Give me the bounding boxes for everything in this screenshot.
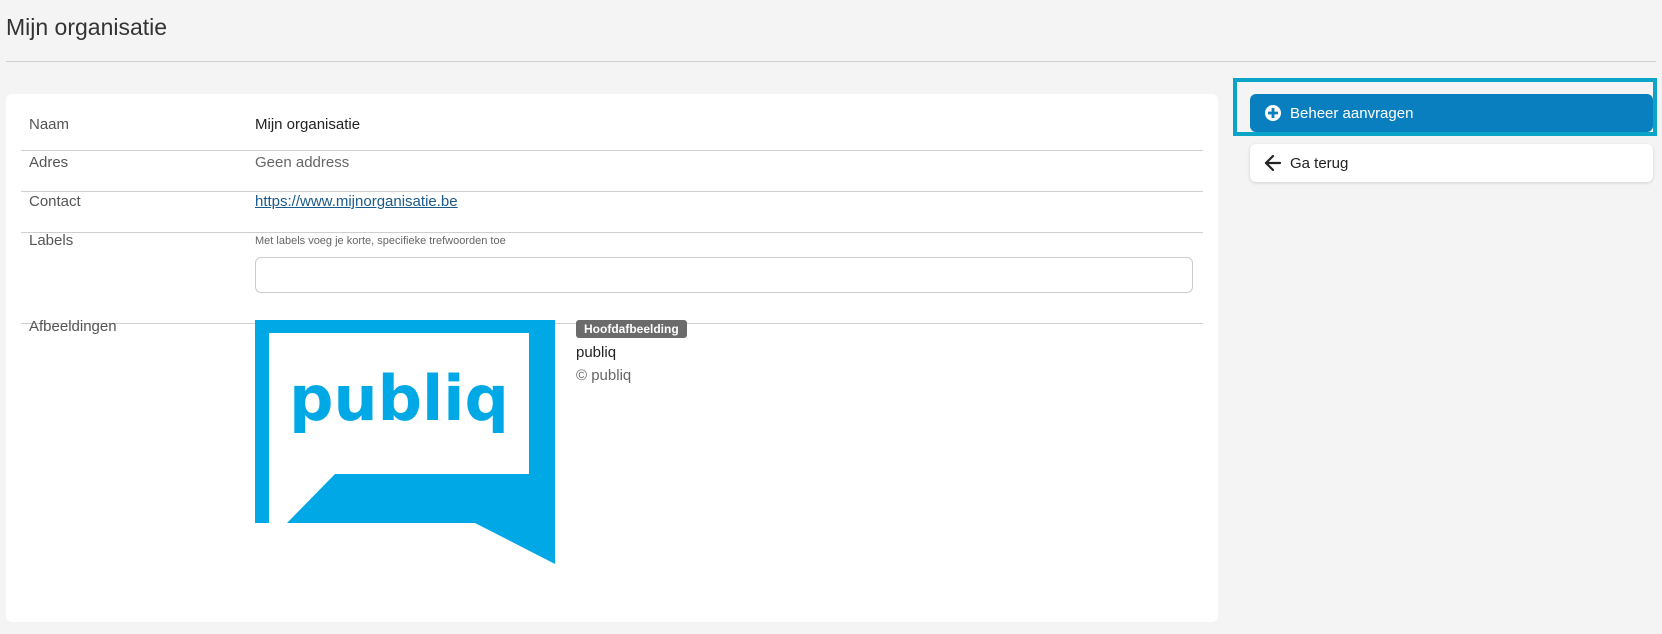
back-label: Ga terug (1290, 154, 1349, 172)
contact-label: Contact (29, 193, 81, 210)
image-copyright: © publiq (576, 367, 632, 384)
organisation-details-card: Naam Mijn organisatie Adres Geen address… (6, 94, 1218, 622)
main-image-badge: Hoofdafbeelding (576, 320, 687, 338)
publiq-logo-image[interactable]: publiq (255, 320, 555, 564)
labels-hint: Met labels voeg je korte, specifieke tre… (255, 235, 506, 247)
image-title: publiq (576, 344, 617, 361)
arrow-left-icon (1264, 154, 1282, 172)
title-divider (6, 61, 1656, 62)
detail-row-name (21, 94, 1203, 151)
labels-label: Labels (29, 232, 74, 249)
detail-row-contact (21, 191, 1203, 233)
logo-text: publiq (289, 362, 509, 435)
manage-requests-button[interactable]: Beheer aanvragen (1250, 94, 1653, 132)
address-value: Geen address (255, 154, 350, 171)
images-label: Afbeeldingen (29, 318, 117, 335)
detail-row-address (21, 150, 1203, 192)
name-value: Mijn organisatie (255, 116, 361, 133)
page-title: Mijn organisatie (6, 14, 168, 40)
labels-input[interactable] (255, 257, 1193, 293)
back-button[interactable]: Ga terug (1250, 144, 1653, 182)
address-label: Adres (29, 154, 69, 171)
contact-link[interactable]: https://www.mijnorganisatie.be (255, 193, 458, 210)
manage-requests-label: Beheer aanvragen (1290, 104, 1414, 122)
name-label: Naam (29, 116, 70, 133)
plus-circle-icon (1265, 105, 1281, 121)
